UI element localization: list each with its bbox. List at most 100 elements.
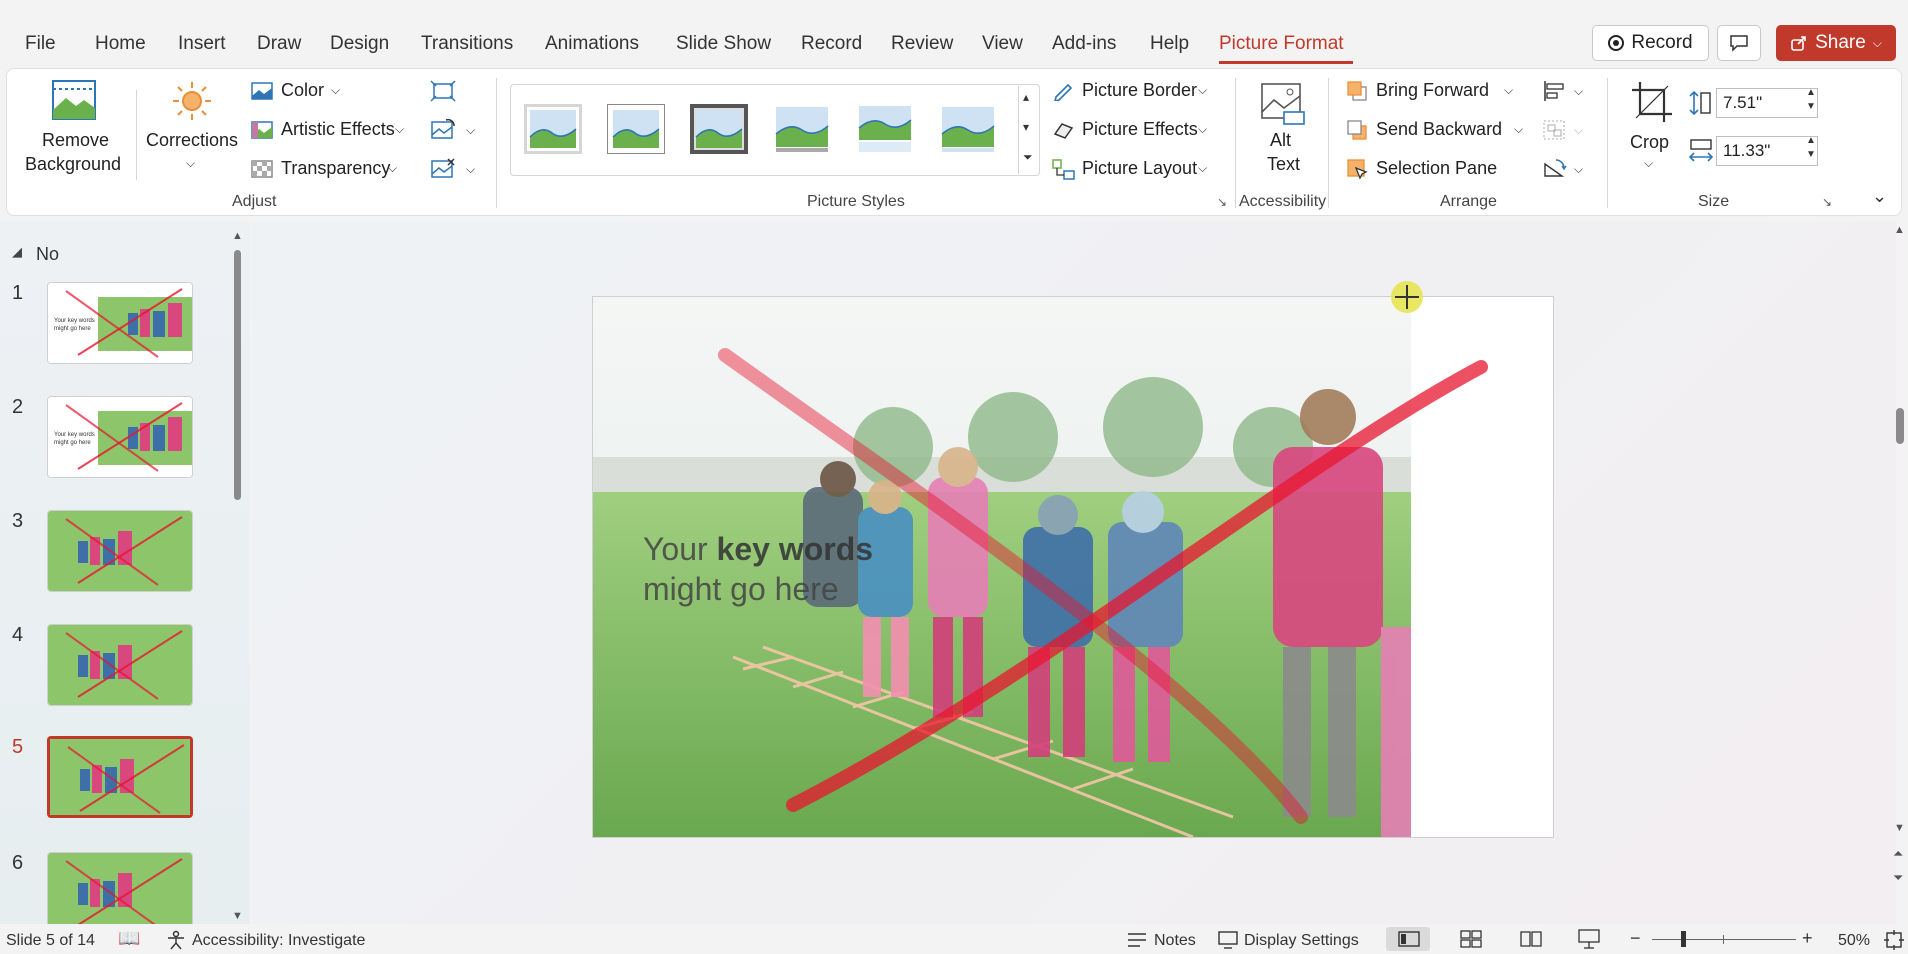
slide-number: 1 xyxy=(12,282,24,304)
send-backward-label: Send Backward xyxy=(1376,119,1503,139)
display-settings-button[interactable]: Display Settings xyxy=(1244,932,1359,950)
divider xyxy=(496,78,497,208)
artistic-effects-button[interactable]: Artistic Effects ⌵ xyxy=(251,119,411,141)
tab-file[interactable]: File xyxy=(25,33,56,55)
tab-review[interactable]: Review xyxy=(891,33,953,55)
tab-help[interactable]: Help xyxy=(1150,33,1189,55)
scroll-thumb[interactable] xyxy=(1896,408,1904,444)
picture-effects-button[interactable]: Picture Effects ⌵ xyxy=(1052,119,1222,141)
compress-pictures-button[interactable] xyxy=(430,80,460,104)
zoom-in-icon[interactable]: + xyxy=(1802,928,1813,949)
chevron-down-icon: ⌵ xyxy=(186,156,196,170)
picture-style-6[interactable] xyxy=(939,104,997,154)
more-styles-icon[interactable]: ⏷ xyxy=(1023,150,1033,165)
spell-check-icon[interactable]: 📖 xyxy=(118,928,140,949)
artistic-effects-label: Artistic Effects xyxy=(281,119,395,139)
reset-picture-button[interactable]: ⌵ xyxy=(430,158,478,182)
reading-view-icon[interactable] xyxy=(1520,930,1542,948)
zoom-level[interactable]: 50% xyxy=(1838,932,1870,950)
next-slide-icon[interactable]: ⏷ xyxy=(1893,870,1903,886)
send-backward-button[interactable]: Send Backward ⌵ xyxy=(1346,119,1526,141)
width-spinner[interactable]: ▲ ▼ xyxy=(1806,134,1816,162)
slide-scrollbar[interactable]: ▲ ▼ ⏶ ⏷ xyxy=(1890,222,1908,924)
share-button[interactable]: Share ⌵ xyxy=(1776,25,1896,61)
slide-sorter-icon[interactable] xyxy=(1460,930,1482,948)
picture-style-3[interactable] xyxy=(690,104,748,154)
rotate-button[interactable]: ⌵ xyxy=(1542,158,1590,182)
scroll-down-icon[interactable]: ▼ xyxy=(1894,822,1905,834)
thumbnail-scrollbar[interactable]: ▲ ▼ xyxy=(229,230,247,922)
change-picture-button[interactable]: ⌵ xyxy=(430,118,478,143)
slide-thumbnail-1[interactable]: Your key words might go here xyxy=(47,282,193,364)
tab-animations[interactable]: Animations xyxy=(545,33,639,55)
picture-layout-button[interactable]: Picture Layout ⌵ xyxy=(1052,158,1222,180)
chevron-down-icon[interactable]: ▾ xyxy=(1023,120,1029,134)
crop-button[interactable]: Crop ⌵ xyxy=(1626,80,1678,180)
current-slide[interactable]: Your key words might go here xyxy=(592,296,1554,838)
zoom-slider-thumb[interactable] xyxy=(1681,931,1686,947)
tab-picture-format[interactable]: Picture Format xyxy=(1219,33,1344,55)
align-icon xyxy=(1544,81,1564,101)
height-spinner[interactable]: ▲ ▼ xyxy=(1806,86,1816,114)
size-launcher-icon[interactable]: ↘ xyxy=(1822,195,1832,209)
tab-insert[interactable]: Insert xyxy=(178,33,226,55)
slide-text-box[interactable]: Your key words might go here xyxy=(643,529,873,609)
pen-icon xyxy=(1054,83,1073,101)
collapse-ribbon-icon[interactable]: ⌄ xyxy=(1872,186,1887,207)
record-button[interactable]: Record xyxy=(1592,25,1709,61)
color-button[interactable]: Color ⌵ xyxy=(251,80,351,102)
scroll-up-icon[interactable]: ▲ xyxy=(232,230,243,242)
transparency-button[interactable]: Transparency ⌵ xyxy=(251,158,401,180)
zoom-out-icon[interactable]: − xyxy=(1630,928,1641,949)
accessibility-status[interactable]: Accessibility: Investigate xyxy=(192,932,365,950)
notes-button[interactable]: Notes xyxy=(1154,932,1196,950)
thumbnail-preview xyxy=(48,511,192,591)
picture-border-button[interactable]: Picture Border ⌵ xyxy=(1052,80,1222,102)
picture-style-5[interactable] xyxy=(856,104,914,154)
tab-view[interactable]: View xyxy=(982,33,1023,55)
normal-view-button[interactable] xyxy=(1386,927,1430,951)
picture-style-2[interactable] xyxy=(607,104,665,154)
slide-thumbnail-5[interactable] xyxy=(47,736,193,818)
divider xyxy=(136,90,137,180)
scroll-thumb[interactable] xyxy=(234,250,241,500)
height-input[interactable]: 7.51" xyxy=(1716,88,1818,118)
align-button[interactable]: ⌵ xyxy=(1542,80,1590,104)
scroll-down-icon[interactable]: ▼ xyxy=(232,910,243,922)
tab-home[interactable]: Home xyxy=(95,33,146,55)
slide-thumbnail-3[interactable] xyxy=(47,510,193,592)
scroll-up-icon[interactable]: ▲ xyxy=(1894,224,1905,236)
tab-draw[interactable]: Draw xyxy=(257,33,301,55)
tab-design[interactable]: Design xyxy=(330,33,389,55)
section-collapse-icon[interactable]: ◢ xyxy=(12,244,22,260)
section-name: No xyxy=(36,244,60,264)
tab-slide-show[interactable]: Slide Show xyxy=(676,33,771,55)
tab-record[interactable]: Record xyxy=(801,33,862,55)
remove-background-button[interactable]: Remove Background xyxy=(22,78,126,178)
picture-style-1[interactable] xyxy=(524,104,582,154)
accessibility-icon[interactable] xyxy=(166,930,186,950)
slide-thumbnail-4[interactable] xyxy=(47,624,193,706)
previous-slide-icon[interactable]: ⏶ xyxy=(1893,846,1903,862)
corrections-button[interactable]: Corrections ⌵ xyxy=(146,78,240,178)
bring-forward-button[interactable]: Bring Forward ⌵ xyxy=(1346,80,1516,102)
alt-text-button[interactable]: Alt Text xyxy=(1252,80,1318,180)
slide-text-normal: Your xyxy=(643,531,717,567)
comments-button[interactable] xyxy=(1717,25,1761,61)
chevron-down-icon: ⌵ xyxy=(395,122,405,136)
thumbnail-text: Your key words might go here xyxy=(54,432,95,446)
tab-transitions[interactable]: Transitions xyxy=(421,33,513,55)
selection-pane-button[interactable]: Selection Pane xyxy=(1346,158,1516,180)
slide-thumbnail-6[interactable] xyxy=(47,852,193,934)
group-button[interactable]: ⌵ xyxy=(1542,119,1590,143)
slide-thumbnail-2[interactable]: Your key words might go here xyxy=(47,396,193,478)
chevron-up-icon[interactable]: ▴ xyxy=(1023,90,1029,104)
zoom-slider-track[interactable] xyxy=(1652,939,1796,940)
remove-background-label-2: Background xyxy=(25,154,122,174)
tab-add-ins[interactable]: Add-ins xyxy=(1052,33,1116,55)
width-input[interactable]: 11.33" xyxy=(1716,136,1818,166)
picture-style-4[interactable] xyxy=(773,104,831,154)
picture-styles-launcher-icon[interactable]: ↘ xyxy=(1217,195,1227,209)
fit-to-window-icon[interactable] xyxy=(1884,930,1904,950)
slide-show-icon[interactable] xyxy=(1578,929,1600,949)
